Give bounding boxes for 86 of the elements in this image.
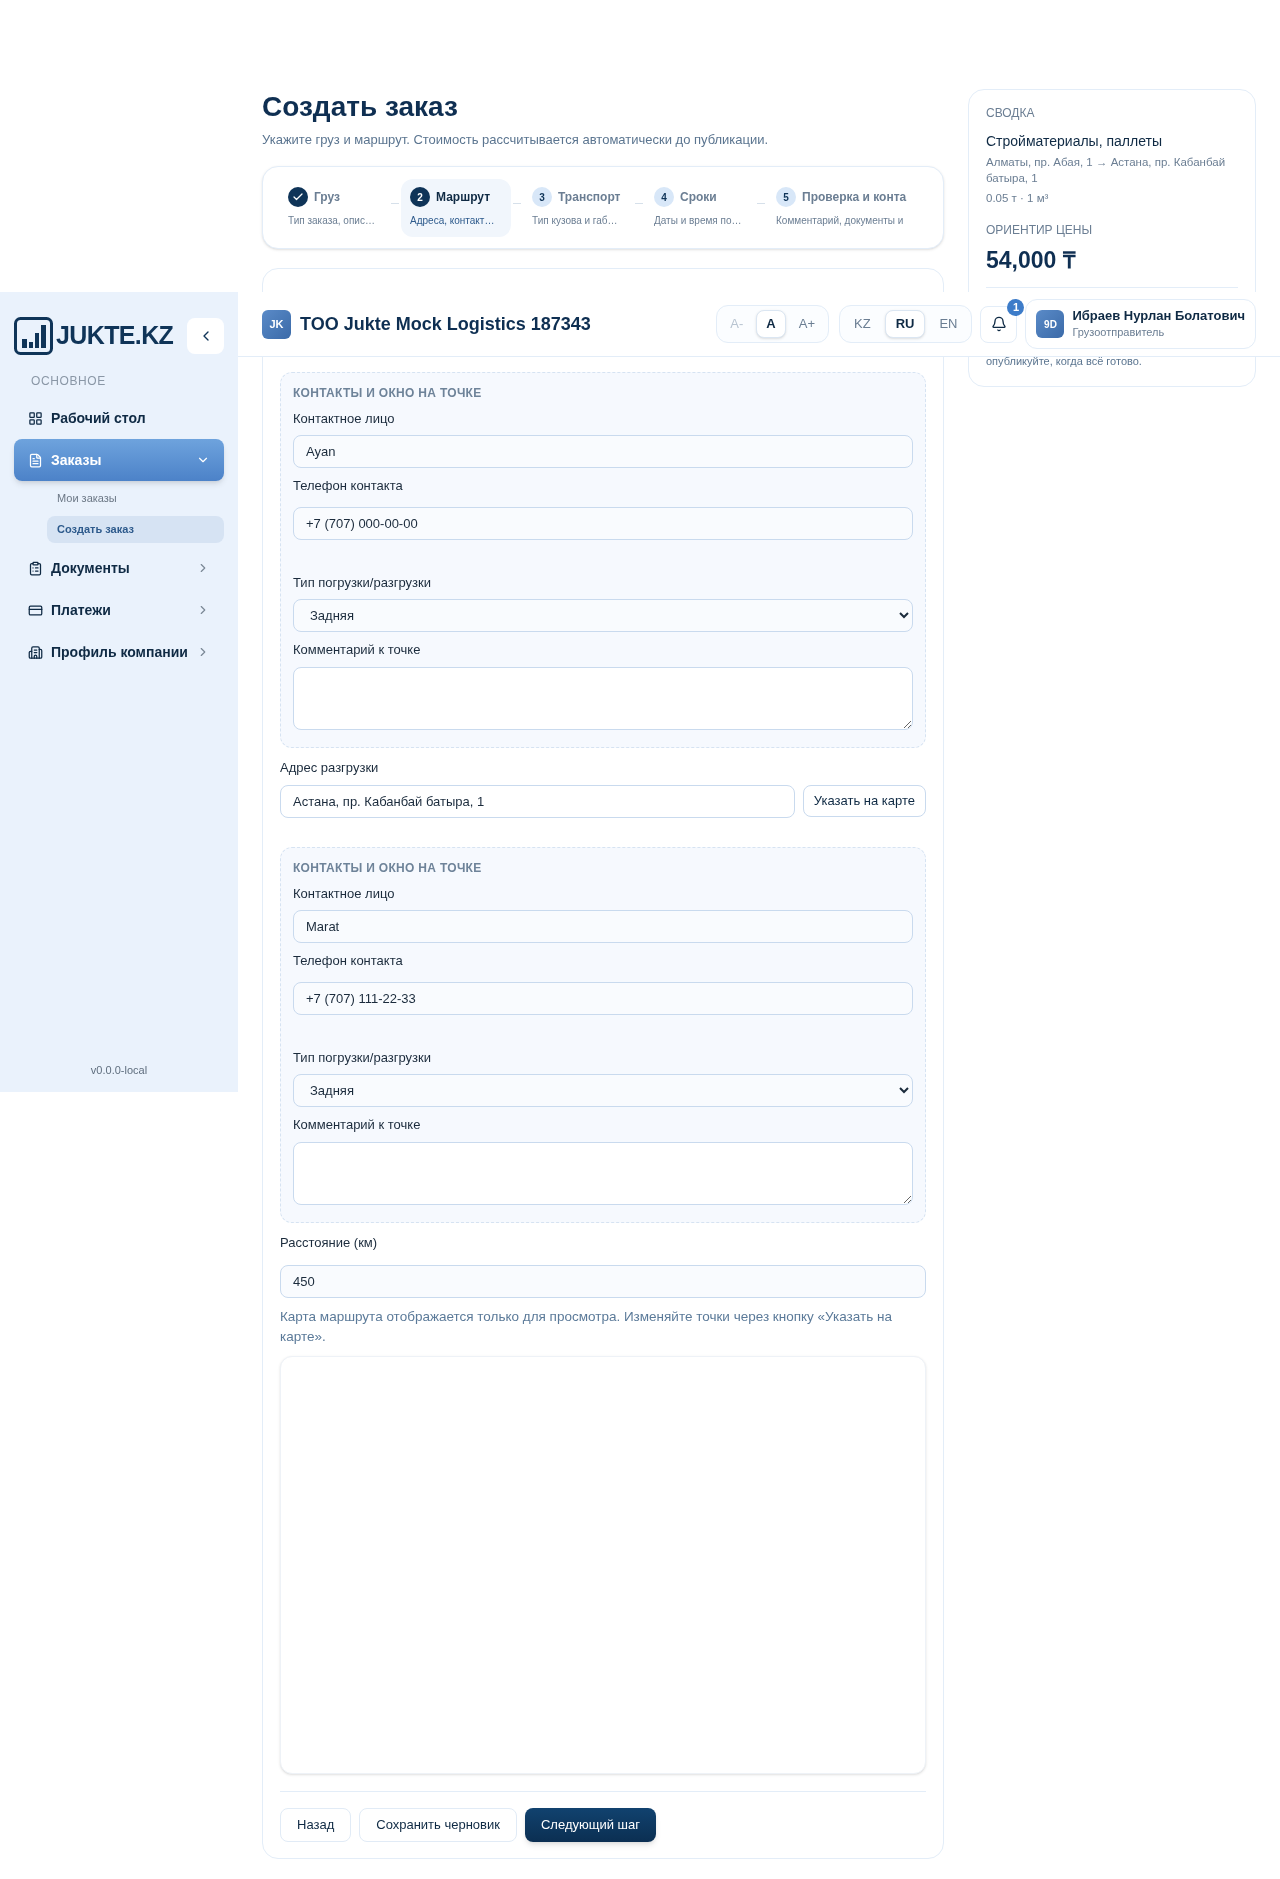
user-card[interactable]: 9D Ибраев Нурлан Болатович Грузоотправитель xyxy=(1025,299,1256,349)
field-label: Телефон контакта xyxy=(293,477,404,495)
sidebar-item[interactable]: Платежи xyxy=(14,589,224,631)
company-name: TOO Jukte Mock Logistics 187343 xyxy=(300,312,591,336)
document-icon xyxy=(28,452,43,468)
field-label: Расстояние (км) xyxy=(280,1234,379,1252)
clipboard-icon xyxy=(28,560,43,576)
textarea-field[interactable] xyxy=(293,667,913,730)
textarea-field[interactable] xyxy=(293,1142,913,1205)
step-subtitle: Тип заказа, опис… xyxy=(288,214,376,228)
input-field[interactable]: +7 (707) 111-22-33 xyxy=(293,982,913,1015)
notifications-button[interactable] xyxy=(980,305,1018,343)
field-label: Телефон контакта xyxy=(293,952,404,970)
input-field[interactable]: +7 (707) 000-00-00 xyxy=(293,507,913,540)
step-title: Сроки xyxy=(680,189,717,206)
select-field[interactable]: Задняя xyxy=(293,1074,913,1107)
step-subtitle: Даты и время по… xyxy=(654,214,743,228)
user-avatar: 9D xyxy=(1036,310,1065,338)
user-role: Грузоотправитель xyxy=(1072,325,1166,340)
font-size-option[interactable]: A+ xyxy=(789,310,824,338)
field-label: Комментарий к точке xyxy=(293,641,422,659)
input-field[interactable]: Ayan xyxy=(293,435,913,468)
step-title: Проверка и конта xyxy=(802,189,907,206)
action-button[interactable]: Сохранить черновик xyxy=(359,1808,517,1842)
step-number: 3 xyxy=(532,187,552,207)
field-label: Контактное лицо xyxy=(293,885,396,903)
section-heading: КОНТАКТЫ И ОКНО НА ТОЧКЕ xyxy=(293,860,483,876)
collapse-button[interactable] xyxy=(187,318,224,354)
page-subtitle: Укажите груз и маршрут. Стоимость рассчитывается автоматически до публикации. xyxy=(262,131,770,149)
field-label: Тип погрузки/разгрузки xyxy=(293,574,432,592)
action-button[interactable]: Следующий шаг xyxy=(524,1808,656,1842)
step-subtitle: Комментарий, документы и xyxy=(776,214,905,228)
check-icon xyxy=(288,187,308,207)
sidebar-item[interactable]: Рабочий стол xyxy=(14,397,224,439)
price-value: 54,000 ₸ xyxy=(986,246,1077,275)
step-number: 5 xyxy=(776,187,796,207)
field-label: Тип погрузки/разгрузки xyxy=(293,1049,432,1067)
font-size-option[interactable]: A xyxy=(756,310,786,338)
bell-icon xyxy=(991,316,1007,332)
price-label: ОРИЕНТИР ЦЕНЫ xyxy=(986,222,1094,238)
step-title: Груз xyxy=(314,189,340,206)
select-field[interactable]: Задняя xyxy=(293,599,913,632)
sidebar-subitem[interactable]: Мои заказы xyxy=(47,485,224,512)
language-option[interactable]: RU xyxy=(884,310,926,338)
card-icon xyxy=(28,602,43,618)
language-option[interactable]: EN xyxy=(929,310,968,338)
building-icon xyxy=(28,644,43,660)
field-label: Адрес разгрузки xyxy=(280,759,380,777)
sidebar-subitem[interactable]: Создать заказ xyxy=(47,516,224,543)
step-tab[interactable]: Груз Тип заказа, опис… xyxy=(279,178,389,237)
sidebar-item[interactable]: Документы xyxy=(14,547,224,589)
field-label: Контактное лицо xyxy=(293,410,396,428)
route-text: Алматы, пр. Абая, 1 → Астана, пр. Кабанбай батыра, 1 xyxy=(986,155,1227,186)
page-title: Создать заказ xyxy=(262,90,459,124)
company-avatar: JK xyxy=(262,309,291,339)
notification-badge: 1 xyxy=(1007,298,1025,316)
input-field[interactable]: Астана, пр. Кабанбай батыра, 1 xyxy=(280,785,795,818)
action-button[interactable]: Назад xyxy=(280,1808,352,1842)
version-label: v0.0.0-local xyxy=(89,1062,149,1078)
map-button[interactable]: Указать на карте xyxy=(802,785,926,817)
grid-icon xyxy=(28,410,43,426)
step-tab[interactable]: 3 Транспорт Тип кузова и габ… xyxy=(523,178,633,237)
step-tab[interactable]: 5 Проверка и конта Комментарий, документы и xyxy=(767,178,917,237)
step-title: Маршрут xyxy=(436,189,491,206)
step-subtitle: Тип кузова и габ… xyxy=(532,214,619,228)
step-title: Транспорт xyxy=(558,189,621,206)
summary-note: опубликуйте, когда всё готово. xyxy=(986,354,1143,369)
section-heading: КОНТАКТЫ И ОКНО НА ТОЧКЕ xyxy=(293,385,483,401)
size-text: 0.05 т · 1 м³ xyxy=(986,191,1050,206)
summary-heading: СВОДКА xyxy=(986,105,1036,121)
field-label: Комментарий к точке xyxy=(293,1116,422,1134)
sidebar-item[interactable]: Профиль компании xyxy=(14,631,224,673)
language-option[interactable]: KZ xyxy=(844,310,881,338)
step-number: 4 xyxy=(654,187,674,207)
step-subtitle: Адреса, контакт… xyxy=(410,214,496,228)
step-tab[interactable]: 2 Маршрут Адреса, контакт… xyxy=(401,178,511,237)
hint-text: Карта маршрута отображается только для просмотра. Изменяйте точки через кнопку «Указать на карте». xyxy=(280,1308,893,1346)
logo-text: JUKTE.KZ xyxy=(56,320,174,352)
cargo-title: Стройматериалы, паллеты xyxy=(986,132,1163,151)
section-label: ОСНОВНОЕ xyxy=(31,373,107,390)
step-number: 2 xyxy=(410,187,430,207)
logo-icon xyxy=(14,317,53,355)
input-field[interactable]: 450 xyxy=(280,1265,926,1298)
user-name: Ибраев Нурлан Болатович xyxy=(1072,308,1245,324)
step-tab[interactable]: 4 Сроки Даты и время по… xyxy=(645,178,755,237)
input-field[interactable]: Marat xyxy=(293,910,913,943)
